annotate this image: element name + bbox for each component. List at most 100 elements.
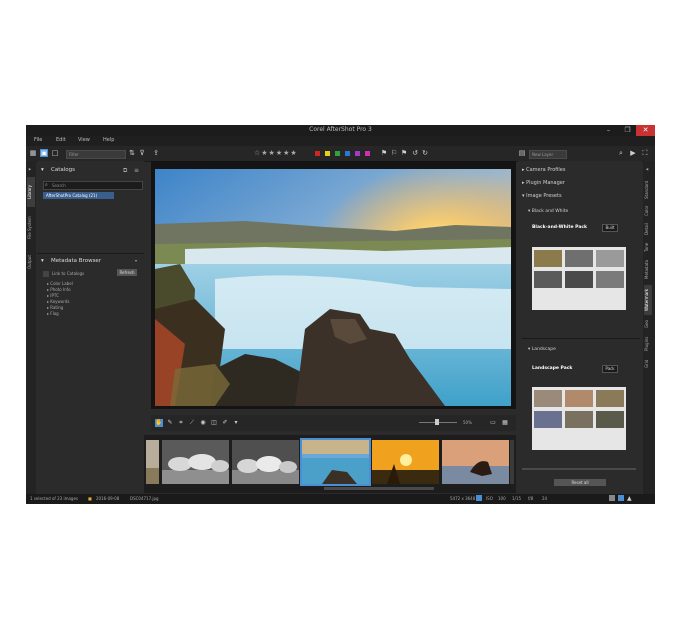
landscape-section-header[interactable]: ▾ Landscape [528,347,556,352]
single-view-icon[interactable]: □ [51,149,59,157]
flag-pick-icon[interactable]: ⚑ [380,149,388,157]
metadata-item-color-label[interactable]: ▸ Color Label [47,281,73,286]
color-label-yellow[interactable] [325,151,330,156]
reset-all-button[interactable]: Reset all [554,479,606,486]
preset-thumbnail[interactable] [596,250,624,267]
tab-tone[interactable]: Tone [644,239,652,255]
metadata-item-iptc[interactable]: ▸ IPTC [47,293,59,298]
minimize-button[interactable]: – [599,125,618,136]
status-grid-icon[interactable] [609,495,615,501]
tab-file-system[interactable]: File System [27,211,35,245]
flag-clear-icon[interactable]: ⚑ [400,149,408,157]
straighten-icon[interactable]: ⟋ [188,419,196,427]
color-label-magenta[interactable] [365,151,370,156]
tab-library[interactable]: Library [27,177,35,207]
thumbnail[interactable] [442,440,509,484]
maximize-button[interactable]: ❐ [618,125,637,136]
status-view-icon[interactable] [618,495,624,501]
preset-thumbnail[interactable] [565,390,593,407]
zoom-search-icon[interactable]: ⌕ [617,149,625,157]
catalog-add-icon[interactable]: ⧉ [123,167,127,175]
filmstrip-scrollbar[interactable] [510,440,514,484]
panel-toggle-icon[interactable]: ▭ [489,419,497,427]
thumbnail[interactable] [372,440,439,484]
sort-icon[interactable]: ⇅ [128,149,136,157]
landscape-pack-badge[interactable]: Pack [602,365,618,373]
export-icon[interactable]: ⇪ [152,149,160,157]
image-presets-row[interactable]: ▾ Image Presets [522,193,562,199]
close-button[interactable]: ✕ [636,125,655,136]
filter-icon[interactable]: ⊽ [138,149,146,157]
crop-icon[interactable]: ⌗ [177,419,185,427]
collapse-left-icon[interactable]: ◂ [27,165,35,174]
fullscreen-icon[interactable]: ⛶ [641,149,649,157]
grid-view-icon[interactable]: ▦ [29,149,37,157]
tool-dropdown-icon[interactable]: ▾ [232,419,240,427]
plugin-manager-row[interactable]: ▸ Plugin Manager [522,180,565,186]
menu-help[interactable]: Help [103,137,114,143]
catalog-search-input[interactable]: Search [43,181,143,190]
rotate-right-icon[interactable]: ↻ [421,149,429,157]
split-view-icon[interactable]: ▣ [40,149,48,157]
camera-profiles-row[interactable]: ▸ Camera Profiles [522,167,565,173]
color-label-red[interactable] [315,151,320,156]
color-label-blue[interactable] [345,151,350,156]
thumbnail-selected[interactable] [300,438,371,486]
compare-icon[interactable]: ◫ [210,419,218,427]
tab-standard[interactable]: Standard [644,179,652,201]
layers-icon[interactable]: ▤ [518,149,526,157]
collapse-right-icon[interactable]: ▸ [644,165,652,174]
preset-thumbnail[interactable] [534,411,562,428]
tab-plugins[interactable]: Plugins [644,333,652,355]
refresh-button[interactable]: Refresh [117,269,137,276]
brush-icon[interactable]: ✐ [221,419,229,427]
status-indicator[interactable] [476,495,482,501]
metadata-item-rating[interactable]: ▸ Rating [47,305,63,310]
image-viewer[interactable] [151,161,516,409]
color-label-purple[interactable] [355,151,360,156]
tab-color[interactable]: Color [644,203,652,219]
preset-thumbnail[interactable] [534,390,562,407]
preset-thumbnail[interactable] [596,390,624,407]
preset-thumbnail[interactable] [565,250,593,267]
layer-dropdown[interactable]: New Layer [529,150,567,159]
tab-geo[interactable]: Geo [644,317,652,331]
right-panel-scrollbar[interactable] [522,468,636,470]
metadata-item-photo-info[interactable]: ▸ Photo Info [47,287,71,292]
preset-thumbnail[interactable] [565,411,593,428]
tab-watermark[interactable]: Watermark [644,285,652,315]
metadata-menu-icon[interactable]: ▾ [135,258,137,263]
status-warning-icon[interactable]: ▲ [627,495,632,502]
slideshow-icon[interactable]: ▶ [629,149,637,157]
rotate-left-icon[interactable]: ↺ [411,149,419,157]
catalog-item-selected[interactable]: AfterShotPro Catalog (21) [43,192,114,199]
preset-thumbnail[interactable] [534,271,562,288]
menu-view[interactable]: View [78,137,90,143]
flag-reject-icon[interactable]: ⚐ [390,149,398,157]
tab-detail[interactable]: Detail [644,221,652,237]
eyedropper-icon[interactable]: ✎ [166,419,174,427]
filter-dropdown[interactable]: Filter [66,150,126,159]
rating-stars[interactable]: ☆★★★★★ [254,149,298,157]
thumbnail[interactable] [146,440,159,484]
menu-edit[interactable]: Edit [56,137,66,143]
redeye-icon[interactable]: ◉ [199,419,207,427]
zoom-slider-handle[interactable] [435,419,439,425]
tab-output[interactable]: Output [27,249,35,275]
catalogs-expand-icon[interactable]: ▾ [41,167,44,173]
tab-metadata[interactable]: Metadata [644,257,652,283]
color-label-green[interactable] [335,151,340,156]
thumbnail[interactable] [162,440,229,484]
preset-thumbnail[interactable] [596,271,624,288]
thumbnail[interactable] [232,440,299,484]
metadata-item-flag[interactable]: ▸ Flag [47,311,59,316]
metadata-item-keywords[interactable]: ▸ Keywords [47,299,69,304]
hand-tool-icon[interactable]: ✋ [155,419,163,427]
filmstrip[interactable] [144,435,516,493]
tab-grid[interactable]: Grid [644,357,652,371]
grid-overlay-icon[interactable]: ▦ [501,419,509,427]
link-checkbox[interactable] [43,271,49,277]
menu-file[interactable]: File [34,137,42,143]
bw-pack-badge[interactable]: Built [602,224,618,232]
metadata-expand-icon[interactable]: ▾ [41,258,44,264]
